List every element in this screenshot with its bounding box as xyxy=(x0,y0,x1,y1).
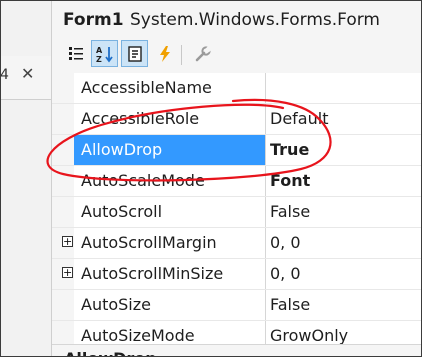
description-title: AllowDrop xyxy=(64,349,157,356)
property-value-cell[interactable]: True xyxy=(266,135,421,165)
property-value-cell[interactable] xyxy=(266,73,421,103)
row-gutter xyxy=(52,135,74,165)
alphabetical-icon: A Z xyxy=(96,46,113,64)
row-gutter xyxy=(52,73,74,103)
row-gutter xyxy=(52,197,74,227)
properties-window: Form1 System.Windows.Forms.Form A Z Acce… xyxy=(52,1,421,356)
property-name-cell[interactable]: AutoScaleMode xyxy=(74,166,266,196)
property-value-cell[interactable]: 0, 0 xyxy=(266,228,421,258)
property-value: False xyxy=(270,202,311,221)
property-row-autoscroll[interactable]: AutoScroll False xyxy=(52,197,421,228)
close-icon[interactable]: ✕ xyxy=(21,64,34,83)
property-value: False xyxy=(270,295,311,314)
toolbar-separator xyxy=(181,45,182,65)
property-name: AccessibleRole xyxy=(81,109,200,128)
property-name-cell[interactable]: AutoSize xyxy=(74,290,266,320)
alphabetical-button[interactable]: A Z xyxy=(91,40,118,67)
property-value: 0, 0 xyxy=(270,264,301,283)
row-gutter xyxy=(52,104,74,134)
property-row-autoscalemode[interactable]: AutoScaleMode Font xyxy=(52,166,421,197)
property-name: AutoScaleMode xyxy=(81,171,205,190)
row-gutter: + xyxy=(52,228,74,258)
property-grid: AccessibleName AccessibleRole Default Al… xyxy=(52,73,421,352)
document-strip: 4 ✕ xyxy=(1,1,51,356)
events-button[interactable] xyxy=(151,40,178,67)
property-name: AutoScroll xyxy=(81,202,163,221)
property-name: AutoScrollMinSize xyxy=(81,264,224,283)
row-gutter xyxy=(52,290,74,320)
property-name-cell[interactable]: AutoScrollMargin xyxy=(74,228,266,258)
property-row-accessiblerole[interactable]: AccessibleRole Default xyxy=(52,104,421,135)
property-value: GrowOnly xyxy=(270,326,349,345)
property-row-allowdrop[interactable]: AllowDrop True xyxy=(52,135,421,166)
property-name-cell[interactable]: AccessibleName xyxy=(74,73,266,103)
wrench-icon xyxy=(195,44,212,61)
property-row-autoscrollmargin[interactable]: + AutoScrollMargin 0, 0 xyxy=(52,228,421,259)
object-selector[interactable]: Form1 System.Windows.Forms.Form xyxy=(52,1,421,37)
document-tab-label: 4 xyxy=(0,67,9,83)
property-pages-button[interactable] xyxy=(189,40,216,67)
row-gutter xyxy=(52,166,74,196)
property-name: AutoScrollMargin xyxy=(81,233,217,252)
property-name-cell[interactable]: AllowDrop xyxy=(74,135,266,165)
property-value-cell[interactable]: 0, 0 xyxy=(266,259,421,289)
property-name: AllowDrop xyxy=(81,140,163,159)
property-row-autoscrollminsize[interactable]: + AutoScrollMinSize 0, 0 xyxy=(52,259,421,290)
property-row-accessiblename[interactable]: AccessibleName xyxy=(52,73,421,104)
property-value: Default xyxy=(270,109,329,128)
property-row-autosize[interactable]: AutoSize False xyxy=(52,290,421,321)
property-name: AccessibleName xyxy=(81,78,212,97)
expand-icon[interactable]: + xyxy=(62,267,73,278)
categorized-button[interactable] xyxy=(62,40,89,67)
property-value: Font xyxy=(270,171,311,190)
categorized-icon xyxy=(68,46,83,60)
property-name-cell[interactable]: AutoScrollMinSize xyxy=(74,259,266,289)
property-name: AutoSize xyxy=(81,295,151,314)
svg-text:Z: Z xyxy=(96,55,102,64)
window-frame: 4 ✕ Form1 System.Windows.Forms.Form A Z xyxy=(0,0,422,357)
properties-toolbar: A Z xyxy=(52,37,421,71)
properties-button[interactable] xyxy=(121,40,148,67)
property-value-cell[interactable]: Default xyxy=(266,104,421,134)
properties-icon xyxy=(127,45,142,62)
expand-icon[interactable]: + xyxy=(62,236,73,247)
document-tab[interactable]: 4 ✕ xyxy=(1,56,51,100)
description-pane: AllowDrop xyxy=(52,344,421,356)
svg-text:A: A xyxy=(96,46,103,55)
row-gutter: + xyxy=(52,259,74,289)
object-name: Form1 xyxy=(63,10,124,30)
property-name: AutoSizeMode xyxy=(81,326,195,345)
property-name-cell[interactable]: AutoScroll xyxy=(74,197,266,227)
object-type: System.Windows.Forms.Form xyxy=(130,10,380,30)
property-name-cell[interactable]: AccessibleRole xyxy=(74,104,266,134)
property-value: True xyxy=(270,140,310,159)
events-icon xyxy=(159,45,170,62)
property-value-cell[interactable]: False xyxy=(266,290,421,320)
property-value-cell[interactable]: False xyxy=(266,197,421,227)
property-value: 0, 0 xyxy=(270,233,301,252)
property-value-cell[interactable]: Font xyxy=(266,166,421,196)
